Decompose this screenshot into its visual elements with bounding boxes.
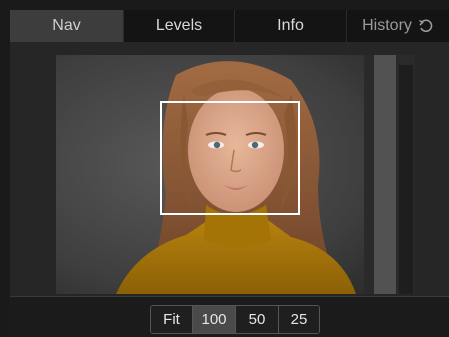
viewport-rectangle[interactable] — [160, 101, 300, 215]
image-preview[interactable] — [56, 55, 415, 294]
tab-levels[interactable]: Levels — [124, 10, 234, 42]
undo-icon — [418, 18, 434, 34]
tab-info-label: Info — [277, 17, 304, 34]
tab-levels-label: Levels — [155, 17, 203, 34]
navigator-panel: Nav Levels Info History Fit 100 50 25 — [0, 0, 449, 337]
navigator-view — [10, 42, 449, 296]
zoom-50-button[interactable]: 50 — [236, 306, 279, 333]
zoom-25-button[interactable]: 25 — [279, 306, 319, 333]
zoom-fit-button[interactable]: Fit — [151, 306, 193, 333]
zoom-button-group: Fit 100 50 25 — [150, 305, 320, 334]
panel-tab-bar: Nav Levels Info History — [10, 10, 449, 42]
zoom-100-button[interactable]: 100 — [193, 306, 236, 333]
tab-nav[interactable]: Nav — [10, 10, 123, 42]
tab-history-label: History — [362, 17, 412, 34]
zoom-bar: Fit 100 50 25 — [10, 296, 449, 337]
tab-nav-label: Nav — [52, 17, 81, 34]
tab-history[interactable]: History — [347, 10, 449, 42]
tab-info[interactable]: Info — [235, 10, 346, 42]
